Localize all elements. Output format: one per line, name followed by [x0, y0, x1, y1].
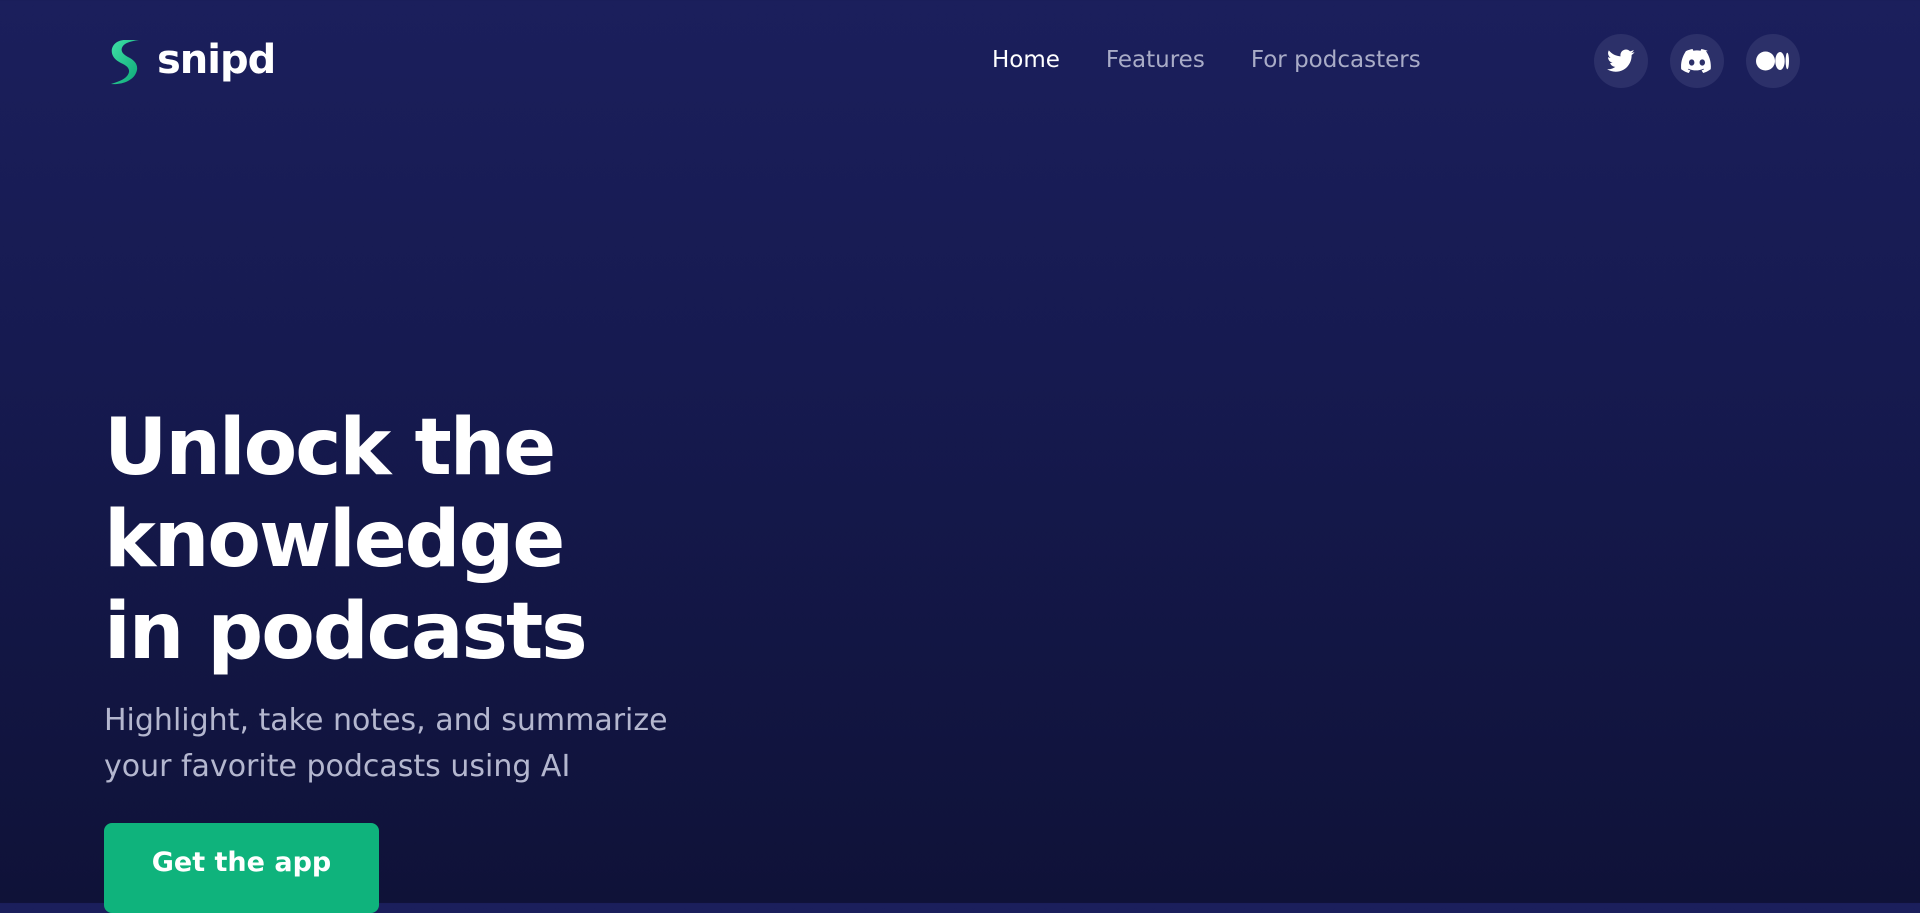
social-links [1594, 34, 1800, 88]
nav-home-link[interactable]: Home [992, 44, 1060, 76]
brand-logo-link[interactable]: snipd [105, 37, 276, 86]
discord-icon [1681, 49, 1711, 73]
twitter-icon [1607, 49, 1635, 72]
nav-features-link[interactable]: Features [1106, 44, 1205, 76]
hero-section: Unlock the knowledge in podcasts Highlig… [104, 402, 744, 790]
get-the-app-button[interactable]: Get the app [104, 823, 379, 913]
snipd-logo-icon [111, 40, 139, 85]
hero-subtitle-line: your favorite podcasts using AI [104, 749, 571, 784]
medium-button[interactable] [1746, 34, 1800, 88]
hero-title-line: knowledge [104, 495, 565, 585]
brand-name: snipd [157, 37, 276, 83]
nav-for-podcasters-link[interactable]: For podcasters [1251, 44, 1421, 76]
main-nav: Home Features For podcasters [992, 44, 1421, 76]
hero-subtitle: Highlight, take notes, and summarize you… [104, 698, 724, 790]
hero-title: Unlock the knowledge in podcasts [104, 402, 744, 678]
hero-title-line: Unlock the [104, 403, 556, 493]
medium-icon [1756, 51, 1789, 71]
discord-button[interactable] [1670, 34, 1724, 88]
twitter-button[interactable] [1594, 34, 1648, 88]
site-header: snipd Home Features For podcasters [0, 0, 1920, 122]
hero-title-line: in podcasts [104, 587, 588, 677]
hero-subtitle-line: Highlight, take notes, and summarize [104, 703, 668, 738]
